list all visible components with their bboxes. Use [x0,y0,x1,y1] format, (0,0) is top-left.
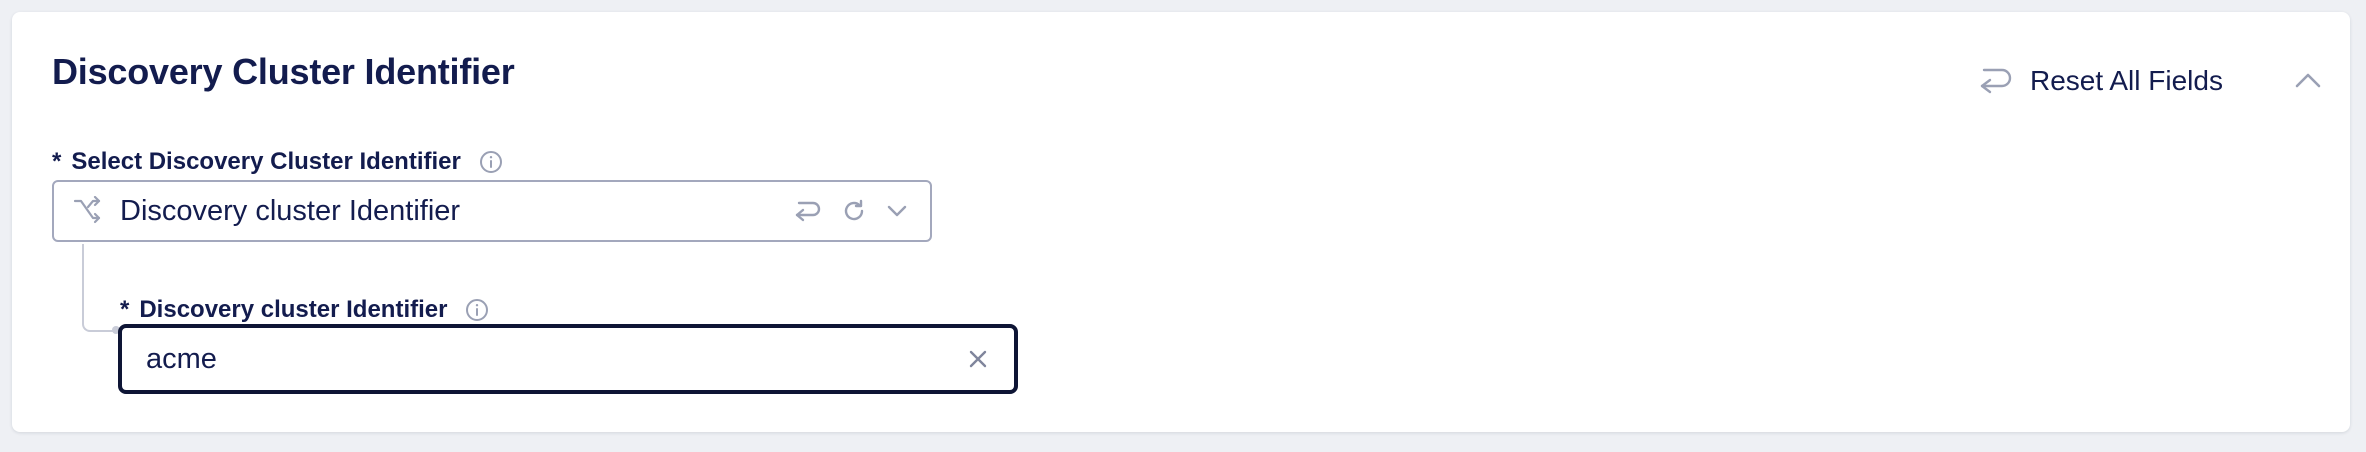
select-field-label-text: Select Discovery Cluster Identifier [71,148,461,175]
reset-all-fields-button[interactable]: Reset All Fields [1978,56,2223,106]
chevron-up-icon [2295,72,2321,93]
select-field-label: * Select Discovery Cluster Identifier [52,148,503,176]
sub-field-label-text: Discovery cluster Identifier [139,296,448,323]
discovery-cluster-identifier-field[interactable] [118,324,1018,394]
refresh-icon[interactable] [842,199,866,223]
section-title: Discovery Cluster Identifier [52,51,515,92]
info-icon[interactable] [479,150,503,174]
reset-all-fields-label: Reset All Fields [2030,65,2223,96]
collapse-section-button[interactable] [2288,62,2328,102]
tree-connector-line [82,244,120,332]
info-icon[interactable] [465,298,489,322]
section-card: Discovery Cluster Identifier Reset All F… [12,12,2350,432]
undo-icon[interactable] [794,199,822,223]
discovery-cluster-identifier-input[interactable] [146,328,968,390]
required-marker: * [52,148,62,175]
discovery-cluster-select[interactable]: Discovery cluster Identifier [52,180,932,242]
merge-arrows-icon [72,196,102,226]
close-icon[interactable] [968,349,988,369]
select-actions [794,199,908,223]
required-marker: * [120,296,130,323]
select-value: Discovery cluster Identifier [120,194,461,227]
sub-field-label: * Discovery cluster Identifier [120,296,489,324]
chevron-down-icon[interactable] [886,204,908,218]
undo-icon [1978,66,2012,96]
